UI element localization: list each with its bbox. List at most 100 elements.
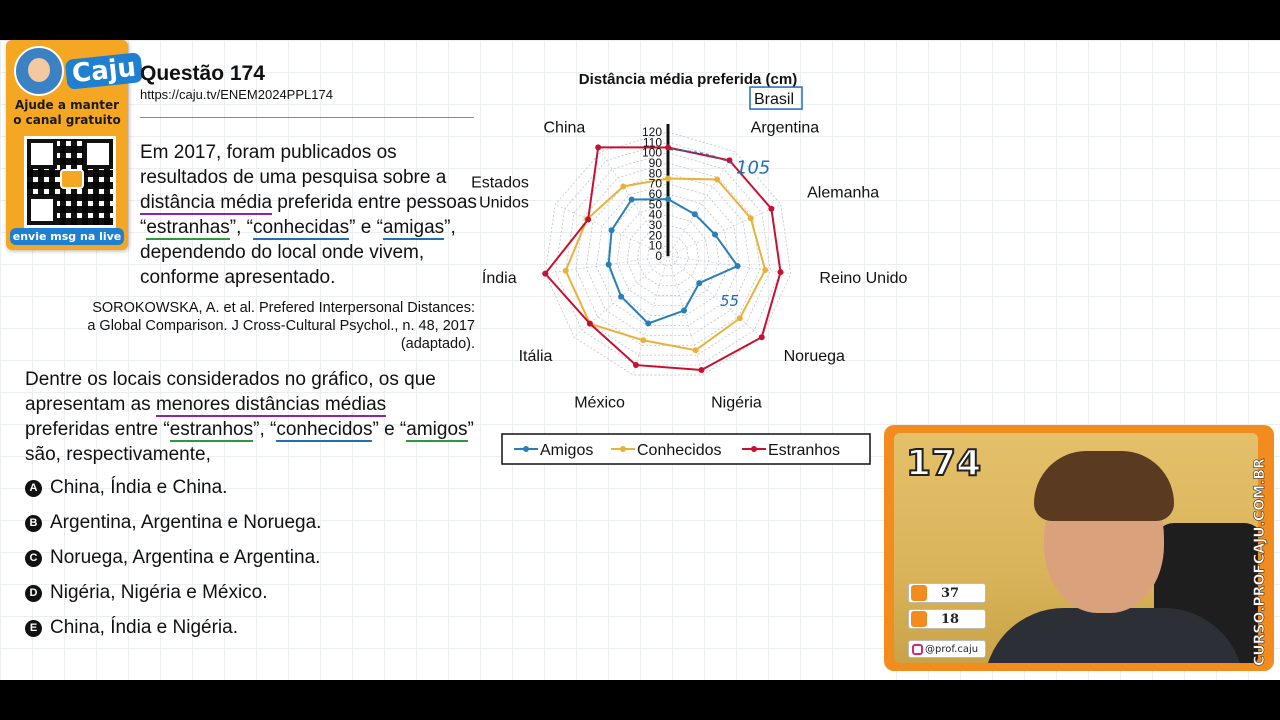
data-point-amigos: [734, 263, 741, 269]
source-line-2: a Global Comparison. J Cross-Cultural Ps…: [87, 318, 475, 334]
webcam-video: 174 37 18 @prof.caju: [894, 433, 1258, 663]
data-point-conhecidos: [640, 337, 647, 344]
data-point-amigos: [711, 231, 718, 238]
chart-title: Distância média preferida (cm): [579, 71, 797, 88]
category-label: Argentina: [751, 119, 820, 136]
grid-spoke: [667, 255, 791, 274]
data-point-amigos: [691, 211, 698, 218]
option-text: China, Índia e Nigéria.: [50, 617, 238, 638]
data-point-conhecidos: [620, 183, 627, 190]
data-point-amigos: [665, 196, 671, 203]
category-labels: Brasil Argentina Alemanha Reino Unido Norueg…: [471, 86, 908, 412]
data-point-estranhos: [632, 362, 639, 369]
channel-promo-panel: Caju Ajude a manter o canal gratuito env…: [6, 40, 144, 250]
data-point-estranhos: [585, 216, 592, 223]
likes-count: 37: [941, 585, 960, 601]
category-label: Estados: [471, 174, 529, 191]
radar-series: [542, 144, 784, 374]
legend-marker: [751, 446, 757, 452]
series-line-estranhos: [543, 146, 782, 372]
source-citation: SOROKOWSKA, A. et al. Prefered Interpers…: [55, 299, 475, 353]
highlight-conhecidos: conhecidos: [276, 419, 373, 442]
highlight-distancia-media: distância média: [140, 192, 273, 215]
thumbs-up-icon: [911, 585, 927, 601]
divider: [140, 117, 474, 118]
highlight-menores-distancias: menores distâncias médias: [155, 394, 387, 417]
category-label: Índia: [482, 268, 517, 287]
annotation-55: 55: [720, 292, 739, 310]
tick-labels: 0102030405060708090100110120: [642, 125, 662, 263]
highlight-amigos: amigos: [406, 419, 468, 442]
legend-label: Estranhos: [768, 442, 840, 459]
radar-chart: Distância média preferida (cm) Brasil Arg…: [471, 71, 908, 465]
promo-text: Ajude a manter o canal gratuito: [6, 98, 128, 128]
data-point-conhecidos: [762, 266, 769, 273]
qr-code[interactable]: [24, 136, 116, 228]
data-point-conhecidos: [736, 315, 743, 322]
viewers-count: 18: [941, 611, 960, 627]
option-e[interactable]: E China, Índia e Nigéria.: [25, 617, 238, 639]
legend-label: Amigos: [540, 442, 593, 459]
data-point-amigos: [681, 307, 688, 314]
data-point-estranhos: [768, 205, 775, 212]
legend-label: Conhecidos: [637, 442, 722, 459]
promo-bottom-label: envie msg na live: [10, 228, 124, 245]
option-a[interactable]: A China, Índia e China.: [25, 477, 227, 499]
data-point-conhecidos: [747, 215, 754, 222]
data-point-conhecidos: [562, 267, 569, 274]
question-paragraph-1: Em 2017, foram publicados os resultados …: [140, 140, 480, 290]
category-label: México: [574, 395, 625, 412]
option-letter: A: [25, 479, 42, 497]
chat-icon: [60, 169, 84, 189]
series-line-amigos: [607, 198, 740, 325]
tick-label: 120: [642, 125, 662, 139]
option-letter: B: [25, 514, 42, 532]
question-paragraph-2: Dentre os locais considerados no gráfico…: [25, 367, 475, 467]
likes-counter: 37: [908, 583, 986, 603]
category-label: Nigéria: [711, 395, 762, 412]
data-point-estranhos: [698, 367, 705, 374]
viewers-counter: 18: [908, 609, 986, 629]
question-url[interactable]: https://caju.tv/ENEM2024PPL174: [140, 87, 333, 102]
legend-marker: [523, 446, 529, 452]
option-text: Argentina, Argentina e Noruega.: [50, 512, 322, 533]
avatar: [14, 46, 64, 96]
data-point-amigos: [608, 227, 615, 234]
highlight-amigas: amigas: [382, 217, 445, 240]
data-point-amigos: [645, 320, 652, 327]
highlight-estranhos: estranhos: [169, 419, 254, 442]
grid-spoke: [667, 255, 762, 338]
data-point-estranhos: [542, 270, 549, 277]
category-label: Brasil: [754, 91, 794, 108]
text-span: Em 2017, foram publicados os resultados …: [140, 142, 447, 188]
option-c[interactable]: C Noruega, Argentina e Argentina.: [25, 547, 320, 569]
text-span: preferidas entre “: [25, 419, 170, 440]
option-d[interactable]: D Nigéria, Nigéria e México.: [25, 582, 268, 604]
text-span: ” e “: [349, 217, 383, 238]
vertical-url[interactable]: CURSO.PROFCAJU.COM.BR: [1250, 430, 1270, 666]
option-b[interactable]: B Argentina, Argentina e Noruega.: [25, 512, 321, 534]
legend: Amigos Conhecidos Estranhos: [501, 433, 871, 465]
person-icon: [911, 611, 927, 627]
data-point-estranhos: [595, 144, 602, 151]
data-point-amigos: [605, 261, 612, 268]
option-text: Noruega, Argentina e Argentina.: [50, 547, 321, 568]
category-label: China: [544, 119, 586, 136]
text-span: ”, “: [229, 217, 253, 238]
data-point-conhecidos: [692, 347, 699, 354]
vertical-url-text: CURSO.PROFCAJU.COM.BR: [1252, 458, 1268, 666]
source-line-3: (adaptado).: [400, 336, 475, 352]
category-label: Reino Unido: [819, 270, 907, 287]
data-point-estranhos: [777, 269, 784, 276]
instagram-handle[interactable]: @prof.caju: [908, 640, 986, 658]
grid-spoke: [667, 255, 704, 376]
highlight-conhecidas: conhecidas: [253, 217, 350, 240]
option-text: China, Índia e China.: [50, 477, 228, 498]
category-label: Alemanha: [807, 184, 879, 201]
data-point-estranhos: [586, 320, 593, 327]
annotation-line: [669, 148, 733, 165]
promo-line-2: o canal gratuito: [13, 113, 121, 127]
question-number-badge: 174: [905, 442, 982, 485]
data-point-estranhos: [758, 334, 765, 341]
promo-line-1: Ajude a manter: [14, 98, 120, 112]
